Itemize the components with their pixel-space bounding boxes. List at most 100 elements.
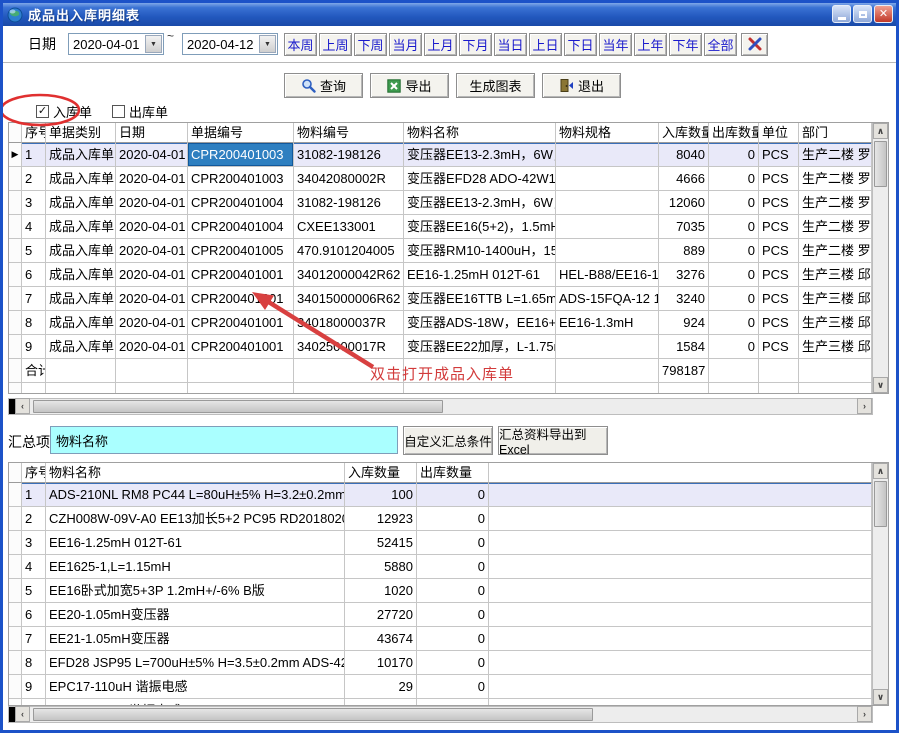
cell: 34042080002R xyxy=(294,167,404,191)
table-row[interactable]: 9EPC17-110uH 谐振电感290 xyxy=(9,675,872,699)
cell: CPR200401001 xyxy=(188,287,294,311)
table-row[interactable]: 8EFD28 JSP95 L=700uH±5% H=3.5±0.2mm ADS-… xyxy=(9,651,872,675)
scrollbar-thumb[interactable] xyxy=(33,400,443,413)
cell: 8 xyxy=(22,651,46,675)
row-indicator-header xyxy=(9,463,22,483)
table-row[interactable]: 6成品入库单2020-04-01CPR20040100134012000042R… xyxy=(9,263,872,287)
table-row[interactable]: 3EE16-1.25mH 012T-61524150 xyxy=(9,531,872,555)
row-indicator xyxy=(9,287,22,311)
minimize-button[interactable] xyxy=(832,5,851,23)
table-row[interactable]: 1ADS-210NL RM8 PC44 L=80uH±5% H=3.2±0.2m… xyxy=(9,483,872,507)
row-indicator-header xyxy=(9,123,22,143)
table-row[interactable]: 9成品入库单2020-04-01CPR20040100134025000017R… xyxy=(9,335,872,359)
range-button-12[interactable]: 下年 xyxy=(669,33,702,56)
exit-button[interactable]: 退出 xyxy=(542,73,621,98)
table-row[interactable]: 2成品入库单2020-04-01CPR20040100334042080002R… xyxy=(9,167,872,191)
inbound-checkbox[interactable]: ✓ 入库单 xyxy=(36,102,92,121)
date-from-combo[interactable]: 2020-04-01 ▼ xyxy=(68,33,164,55)
range-button-8[interactable]: 上日 xyxy=(529,33,562,56)
cell: 生产二楼 罗平 xyxy=(799,215,872,239)
scroll-right-icon[interactable]: › xyxy=(857,706,872,722)
table-row[interactable]: 10EPC17-90uH 谐振电感99200 xyxy=(9,699,872,705)
table-row[interactable]: 4成品入库单2020-04-01CPR200401004CXEE133001变压… xyxy=(9,215,872,239)
cell: 生产二楼 罗平 xyxy=(799,239,872,263)
summary-vertical-scrollbar[interactable]: ∧ ∨ xyxy=(872,463,888,705)
scrollbar-thumb[interactable] xyxy=(874,481,887,527)
cell: 成品入库单 xyxy=(46,311,116,335)
cell: 生产三楼 邱云 xyxy=(799,311,872,335)
range-button-4[interactable]: 当月 xyxy=(389,33,422,56)
cell: 6 xyxy=(22,263,46,287)
table-row[interactable]: 7EE21-1.05mH变压器436740 xyxy=(9,627,872,651)
detail-horizontal-scrollbar[interactable]: ‹ › xyxy=(8,398,873,415)
cell: 0 xyxy=(417,579,489,603)
cell: 924 xyxy=(659,311,709,335)
cell: CPR200401001 xyxy=(188,263,294,287)
query-button[interactable]: 查询 xyxy=(284,73,363,98)
range-button-9[interactable]: 下日 xyxy=(564,33,597,56)
cell: 3240 xyxy=(659,287,709,311)
summary-horizontal-scrollbar[interactable]: ‹ › xyxy=(8,706,873,723)
column-header: 单据类别 xyxy=(46,123,116,143)
range-button-7[interactable]: 当日 xyxy=(494,33,527,56)
scroll-up-icon[interactable]: ∧ xyxy=(873,463,888,479)
scrollbar-thumb[interactable] xyxy=(874,141,887,187)
table-row[interactable]: 7成品入库单2020-04-01CPR20040100134015000006R… xyxy=(9,287,872,311)
cell: 0 xyxy=(417,507,489,531)
chart-button[interactable]: 生成图表 xyxy=(456,73,535,98)
scroll-down-icon[interactable]: ∨ xyxy=(873,377,888,393)
detail-vertical-scrollbar[interactable]: ∧ ∨ xyxy=(872,123,888,393)
tools-button[interactable] xyxy=(741,33,768,56)
cell: 成品入库单 xyxy=(46,167,116,191)
table-row[interactable]: 6EE20-1.05mH变压器277200 xyxy=(9,603,872,627)
summary-export-excel-button[interactable]: 汇总资料导出到Excel xyxy=(498,426,608,455)
custom-summary-button[interactable]: 自定义汇总条件 xyxy=(403,426,493,455)
scroll-down-icon[interactable]: ∨ xyxy=(873,689,888,705)
row-indicator xyxy=(9,263,22,287)
scroll-right-icon[interactable]: › xyxy=(857,398,872,414)
total-cell xyxy=(116,359,188,383)
title-bar[interactable]: 成品出入库明细表 ✕ xyxy=(3,3,896,26)
table-row[interactable]: 4EE1625-1,L=1.15mH58800 xyxy=(9,555,872,579)
cell-blank xyxy=(799,383,872,393)
chevron-down-icon[interactable]: ▼ xyxy=(259,35,276,53)
cell: 0 xyxy=(709,215,759,239)
table-row[interactable]: 5成品入库单2020-04-01CPR200401005470.91012040… xyxy=(9,239,872,263)
checkbox-unchecked-icon[interactable] xyxy=(112,105,125,118)
scroll-left-icon[interactable]: ‹ xyxy=(15,398,30,414)
date-to-combo[interactable]: 2020-04-12 ▼ xyxy=(182,33,278,55)
cell: 0 xyxy=(709,191,759,215)
maximize-button[interactable] xyxy=(853,5,872,23)
table-row[interactable]: ▶1成品入库单2020-04-01CPR20040100331082-19812… xyxy=(9,143,872,167)
outbound-checkbox[interactable]: 出库单 xyxy=(112,102,168,121)
table-row[interactable]: 2CZH008W-09V-A0 EE13加长5+2 PC95 RD2018020… xyxy=(9,507,872,531)
column-header: 日期 xyxy=(116,123,188,143)
scroll-left-icon[interactable]: ‹ xyxy=(15,706,30,722)
range-button-11[interactable]: 上年 xyxy=(634,33,667,56)
checkbox-checked-icon[interactable]: ✓ xyxy=(36,105,49,118)
range-button-10[interactable]: 当年 xyxy=(599,33,632,56)
table-row[interactable]: 3成品入库单2020-04-01CPR20040100431082-198126… xyxy=(9,191,872,215)
row-indicator xyxy=(9,215,22,239)
column-header: 部门 xyxy=(799,123,872,143)
cell: EPC17-110uH 谐振电感 xyxy=(46,675,345,699)
range-button-6[interactable]: 下月 xyxy=(459,33,492,56)
cell: 8 xyxy=(22,311,46,335)
scrollbar-thumb[interactable] xyxy=(33,708,593,721)
summary-field-input[interactable]: 物料名称 xyxy=(50,426,398,454)
cell-blank xyxy=(22,383,46,393)
cell: 2020-04-01 xyxy=(116,167,188,191)
outbound-label: 出库单 xyxy=(129,102,168,121)
range-button-5[interactable]: 上月 xyxy=(424,33,457,56)
scroll-up-icon[interactable]: ∧ xyxy=(873,123,888,139)
table-row[interactable]: 8成品入库单2020-04-01CPR20040100134018000037R… xyxy=(9,311,872,335)
column-header: 物料名称 xyxy=(46,463,345,483)
range-button-3[interactable]: 下周 xyxy=(354,33,387,56)
export-button[interactable]: 导出 xyxy=(370,73,449,98)
close-button[interactable]: ✕ xyxy=(874,5,893,23)
range-button-1[interactable]: 本周 xyxy=(284,33,317,56)
table-row[interactable]: 5EE16卧式加宽5+3P 1.2mH+/-6% B版10200 xyxy=(9,579,872,603)
range-button-2[interactable]: 上周 xyxy=(319,33,352,56)
chevron-down-icon[interactable]: ▼ xyxy=(145,35,162,53)
range-button-13[interactable]: 全部 xyxy=(704,33,737,56)
